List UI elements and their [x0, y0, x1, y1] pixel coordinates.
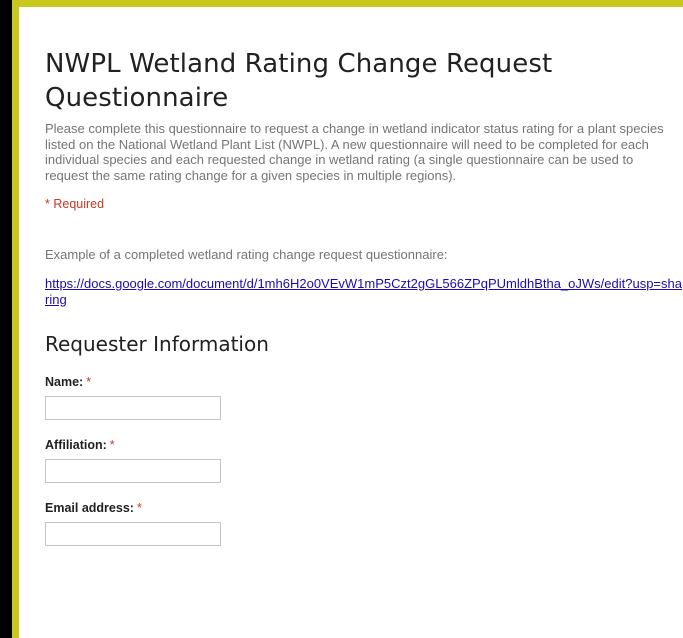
- required-asterisk: *: [109, 438, 115, 452]
- affiliation-label: Affiliation: *: [45, 438, 677, 452]
- example-document-link[interactable]: https://docs.google.com/document/d/1mh6H…: [45, 276, 683, 307]
- email-label-text: Email address:: [45, 501, 134, 515]
- affiliation-input[interactable]: [45, 459, 221, 483]
- required-asterisk: *: [86, 375, 92, 389]
- name-label: Name: *: [45, 375, 677, 389]
- name-label-text: Name:: [45, 375, 84, 389]
- email-field: Email address: *: [45, 501, 677, 546]
- section-title: Requester Information: [45, 332, 269, 356]
- form-description: Please complete this questionnaire to re…: [45, 121, 664, 183]
- affiliation-label-text: Affiliation:: [45, 438, 107, 452]
- name-input[interactable]: [45, 396, 221, 420]
- form-content: NWPL Wetland Rating Change Request Quest…: [45, 47, 682, 546]
- accent-border-top: [12, 0, 683, 7]
- required-asterisk: *: [136, 501, 142, 515]
- example-text: Example of a completed wetland rating ch…: [45, 247, 448, 262]
- name-field: Name: *: [45, 375, 677, 420]
- email-label: Email address: *: [45, 501, 677, 515]
- form-title: NWPL Wetland Rating Change Request Quest…: [45, 49, 553, 113]
- email-input[interactable]: [45, 522, 221, 546]
- form-card: NWPL Wetland Rating Change Request Quest…: [19, 7, 683, 638]
- accent-border-left: [12, 0, 19, 638]
- affiliation-field: Affiliation: *: [45, 438, 677, 483]
- required-note: * Required: [45, 197, 105, 211]
